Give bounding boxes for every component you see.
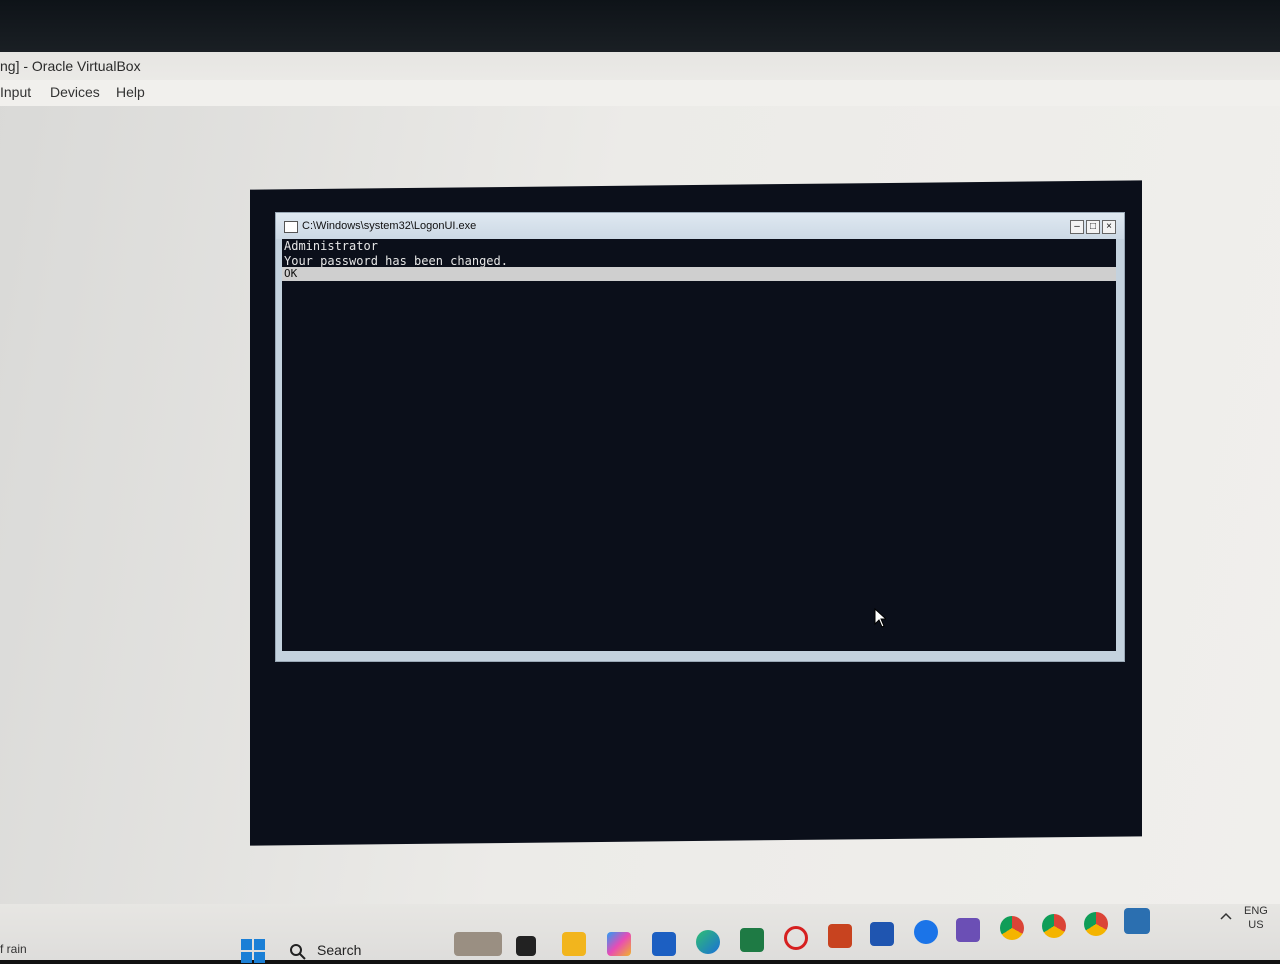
monitor-bezel (0, 0, 1280, 52)
menu-bar: Input Devices Help (0, 80, 1280, 106)
copilot-icon[interactable] (607, 932, 631, 956)
search-label: Search (317, 942, 362, 958)
messenger-icon[interactable] (914, 920, 938, 944)
minimize-button[interactable]: – (1070, 220, 1084, 234)
chrome-icon-2[interactable] (1042, 914, 1066, 938)
maximize-button[interactable]: □ (1086, 220, 1100, 234)
virtualbox-titlebar: ng] - Oracle VirtualBox (0, 52, 1280, 80)
chrome-icon[interactable] (1000, 916, 1024, 940)
account-name: Administrator (284, 239, 378, 253)
console-icon (284, 221, 298, 233)
app-icon[interactable] (1124, 908, 1150, 934)
window-title: ng] - Oracle VirtualBox (0, 58, 141, 74)
weather-text[interactable]: f rain (0, 942, 27, 956)
store-icon[interactable] (652, 932, 676, 956)
chevron-up-icon[interactable] (1220, 912, 1232, 920)
language-indicator[interactable]: ENG US (1244, 904, 1268, 932)
logonui-console: Administrator Your password has been cha… (282, 239, 1116, 651)
start-icon[interactable] (240, 938, 266, 964)
ok-button[interactable]: OK (282, 267, 1116, 281)
task-view-icon[interactable] (516, 936, 536, 956)
menu-help[interactable]: Help (116, 84, 145, 100)
taskbar: f rain Search ENG US (0, 904, 1280, 963)
menu-input[interactable]: Input (0, 84, 31, 100)
vs-icon[interactable] (956, 918, 980, 942)
logonui-titlebar: C:\Windows\system32\LogonUI.exe – □ × (276, 213, 1124, 239)
close-button[interactable]: × (1102, 220, 1116, 234)
file-explorer-icon[interactable] (562, 932, 586, 956)
logonui-window: C:\Windows\system32\LogonUI.exe – □ × Ad… (275, 212, 1125, 662)
word-icon[interactable] (870, 922, 894, 946)
lang-code: ENG (1244, 905, 1268, 917)
chrome-icon-3[interactable] (1084, 912, 1108, 936)
taskbar-search[interactable]: Search (282, 938, 442, 964)
mouse-cursor-icon (874, 608, 886, 628)
search-icon (290, 944, 306, 960)
lang-region: US (1248, 919, 1264, 931)
logonui-title: C:\Windows\system32\LogonUI.exe (302, 220, 477, 232)
menu-devices[interactable]: Devices (50, 84, 100, 100)
opera-icon[interactable] (784, 926, 808, 950)
widgets-icon[interactable] (454, 932, 502, 956)
excel-icon[interactable] (740, 928, 764, 952)
edge-icon[interactable] (696, 930, 720, 954)
powerpoint-icon[interactable] (828, 924, 852, 948)
